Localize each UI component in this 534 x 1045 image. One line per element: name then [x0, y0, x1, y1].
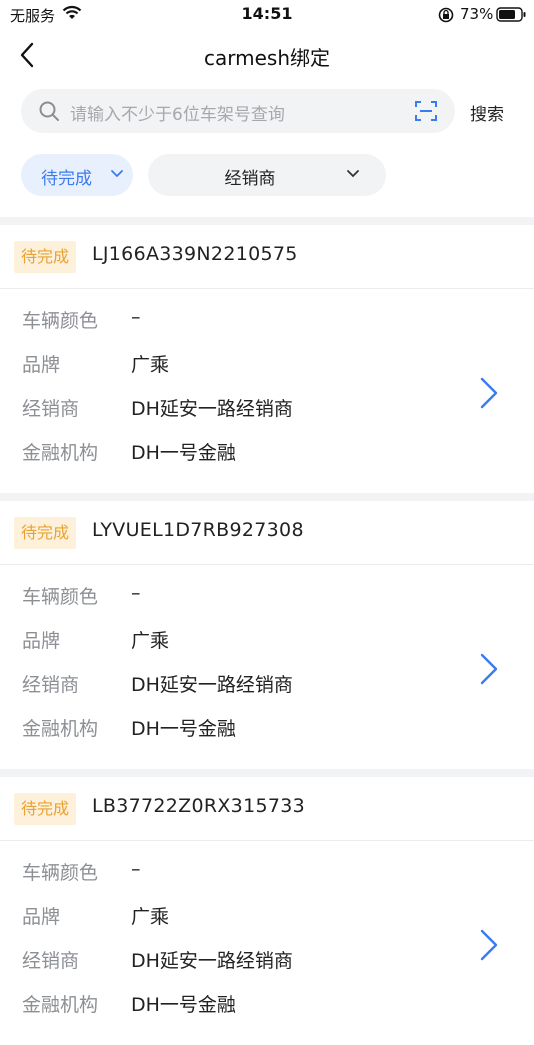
field-label: 品牌 [22, 630, 61, 652]
field-value: DH延安一路经销商 [131, 950, 293, 972]
detail-row-brand: 品牌 广乘 [0, 609, 534, 653]
card-details: 车辆颜色 – 品牌 广乘 经销商 DH延安一路经销商 金融机构 DH一号金融 [0, 565, 534, 741]
status-filter-dropdown[interactable]: 待完成 [21, 154, 133, 196]
detail-row-color: 车辆颜色 – [0, 565, 534, 609]
field-label: 金融机构 [22, 718, 99, 740]
card-header: 待完成 LJ166A339N2210575 [0, 225, 534, 289]
field-label: 金融机构 [22, 994, 99, 1016]
chevron-down-icon [347, 170, 359, 178]
chevron-right-icon[interactable] [478, 928, 500, 962]
detail-row-dealer: 经销商 DH延安一路经销商 [0, 929, 534, 973]
detail-row-finance: 金融机构 DH一号金融 [0, 973, 534, 1017]
field-label: 金融机构 [22, 442, 99, 464]
detail-row-color: 车辆颜色 – [0, 289, 534, 333]
dealer-filter-dropdown[interactable]: 经销商 [148, 154, 386, 196]
battery-percentage: 73% [460, 5, 494, 23]
section-divider [0, 493, 534, 501]
field-label: 经销商 [22, 950, 80, 972]
section-divider [0, 769, 534, 777]
vin-number: LB37722Z0RX315733 [92, 795, 306, 817]
field-value: DH一号金融 [131, 442, 236, 464]
vehicle-card[interactable]: 待完成 LJ166A339N2210575 车辆颜色 – 品牌 广乘 经销商 DH延安… [0, 225, 534, 493]
field-value: DH延安一路经销商 [131, 398, 293, 420]
field-value: 广乘 [131, 630, 170, 652]
vehicle-card[interactable]: 待完成 LYVUEL1D7RB927308 车辆颜色 – 品牌 广乘 经销商 DH延安… [0, 501, 534, 769]
field-value: DH延安一路经销商 [131, 674, 293, 696]
field-value: – [131, 858, 141, 880]
card-header: 待完成 LYVUEL1D7RB927308 [0, 501, 534, 565]
detail-row-finance: 金融机构 DH一号金融 [0, 697, 534, 741]
vehicle-card[interactable]: 待完成 LB37722Z0RX315733 车辆颜色 – 品牌 广乘 经销商 DH延安… [0, 777, 534, 1045]
field-value: 广乘 [131, 906, 170, 928]
vin-number: LJ166A339N2210575 [92, 243, 298, 265]
rotation-lock-icon [438, 7, 454, 23]
status-bar: 无服务 14:51 73% [0, 0, 534, 30]
dealer-filter-label: 经销商 [224, 169, 276, 189]
field-value: 广乘 [131, 354, 170, 376]
field-value: DH一号金融 [131, 718, 236, 740]
chevron-right-icon[interactable] [478, 652, 500, 686]
field-label: 品牌 [22, 354, 61, 376]
vin-number: LYVUEL1D7RB927308 [92, 519, 304, 541]
search-button[interactable]: 搜索 [470, 100, 504, 125]
filter-bar: 待完成 经销商 [0, 154, 534, 196]
search-bar: 请输入不少于6位车架号查询 搜索 [0, 89, 534, 133]
vehicle-list: 待完成 LJ166A339N2210575 车辆颜色 – 品牌 广乘 经销商 DH延安… [0, 217, 534, 1045]
search-placeholder: 请输入不少于6位车架号查询 [70, 105, 285, 125]
field-value: DH一号金融 [131, 994, 236, 1016]
status-badge: 待完成 [14, 517, 77, 549]
detail-row-dealer: 经销商 DH延安一路经销商 [0, 653, 534, 697]
field-label: 车辆颜色 [22, 862, 99, 884]
card-details: 车辆颜色 – 品牌 广乘 经销商 DH延安一路经销商 金融机构 DH一号金融 [0, 289, 534, 465]
chevron-down-icon [111, 170, 123, 178]
field-label: 经销商 [22, 674, 80, 696]
card-details: 车辆颜色 – 品牌 广乘 经销商 DH延安一路经销商 金融机构 DH一号金融 [0, 841, 534, 1017]
field-label: 品牌 [22, 906, 61, 928]
navigation-bar: carmesh绑定 [0, 30, 534, 80]
detail-row-finance: 金融机构 DH一号金融 [0, 421, 534, 465]
status-badge: 待完成 [14, 241, 77, 273]
scan-icon[interactable] [415, 100, 437, 122]
detail-row-color: 车辆颜色 – [0, 841, 534, 885]
search-input[interactable]: 请输入不少于6位车架号查询 [21, 89, 455, 133]
detail-row-brand: 品牌 广乘 [0, 885, 534, 929]
field-label: 车辆颜色 [22, 586, 99, 608]
section-divider [0, 217, 534, 225]
card-header: 待完成 LB37722Z0RX315733 [0, 777, 534, 841]
page-title: carmesh绑定 [203, 46, 330, 70]
field-value: – [131, 306, 141, 328]
search-icon [39, 101, 59, 121]
field-label: 车辆颜色 [22, 310, 99, 332]
battery-icon [496, 7, 526, 22]
field-value: – [131, 582, 141, 604]
field-label: 经销商 [22, 398, 80, 420]
detail-row-dealer: 经销商 DH延安一路经销商 [0, 377, 534, 421]
chevron-right-icon[interactable] [478, 376, 500, 410]
status-filter-label: 待完成 [41, 169, 92, 189]
status-badge: 待完成 [14, 793, 77, 825]
detail-row-brand: 品牌 广乘 [0, 333, 534, 377]
